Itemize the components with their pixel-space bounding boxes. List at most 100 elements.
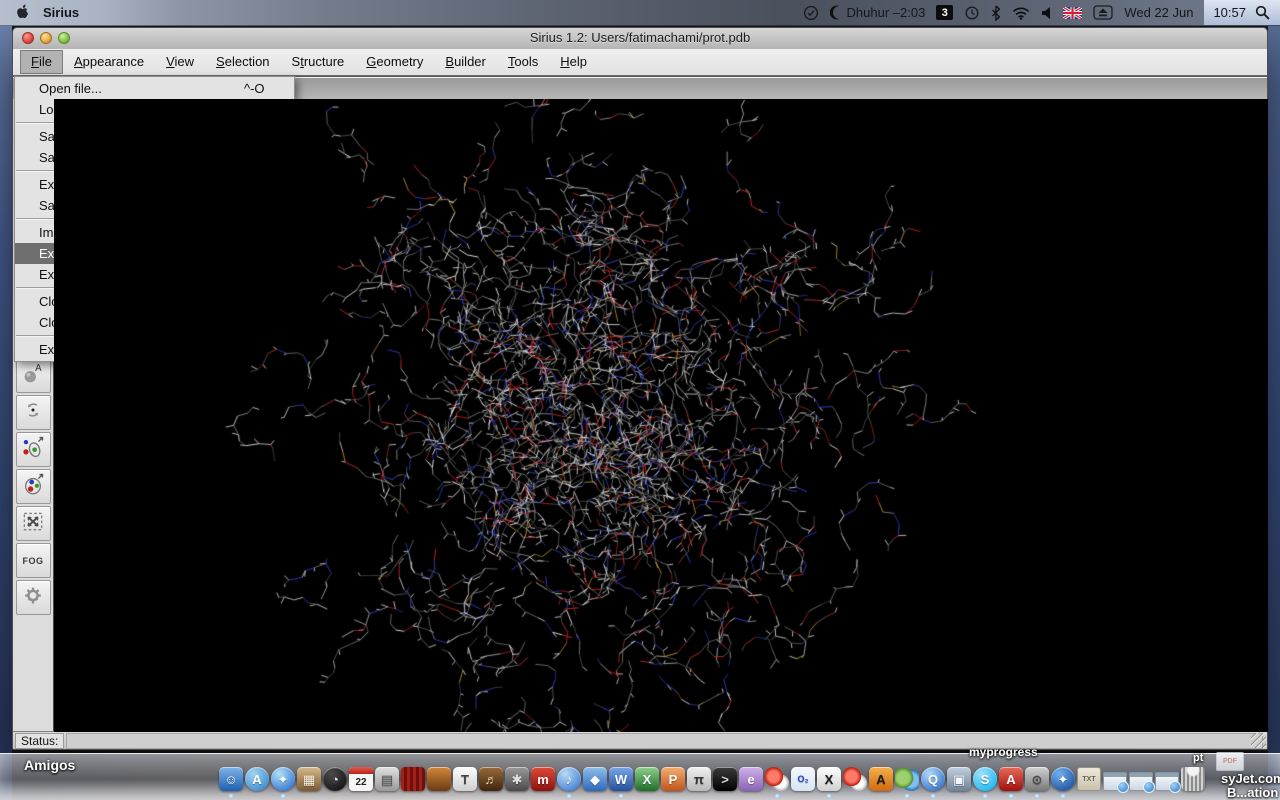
menu-view[interactable]: View (155, 50, 205, 74)
dock-ical[interactable]: 22 (348, 761, 374, 791)
running-indicator (280, 794, 286, 798)
dock-latex[interactable]: π (686, 761, 712, 791)
menu-geometry[interactable]: Geometry (355, 50, 434, 74)
settings-icon (21, 582, 45, 613)
dock-preview[interactable]: ▦ (296, 761, 322, 791)
dock-txt-stack[interactable]: TXT (1076, 761, 1102, 791)
word-icon: W (609, 767, 633, 791)
dock-excel[interactable]: X (634, 761, 660, 791)
eject-menu-icon[interactable] (1093, 5, 1113, 20)
fit-view-button[interactable] (15, 506, 51, 541)
ical-icon: 22 (349, 767, 373, 791)
dock-trash[interactable] (1180, 761, 1206, 791)
zoom-selection-in-button[interactable] (15, 469, 51, 504)
window-titlebar[interactable]: Sirius 1.2: Users/fatimachami/prot.pdb (13, 28, 1267, 50)
messenger-icon: ◆ (583, 767, 607, 791)
atom-label-button[interactable]: A (15, 358, 51, 393)
textedit-icon: T (453, 767, 477, 791)
dock-ichat[interactable] (894, 761, 920, 798)
dock-itunes[interactable]: ♪ (556, 761, 582, 798)
time-machine-icon[interactable] (964, 5, 980, 21)
menubar-date[interactable]: Wed 22 Jun (1124, 5, 1193, 20)
dock-aperture[interactable] (426, 761, 452, 791)
adobe-reader-icon: A (999, 767, 1023, 791)
dock-window-2[interactable] (1128, 761, 1155, 793)
dock-entourage[interactable]: e (738, 761, 764, 791)
settings-button[interactable] (15, 580, 51, 615)
input-day-badge[interactable]: 3 (936, 5, 954, 20)
window-2-icon (1129, 772, 1155, 793)
menu-help[interactable]: Help (549, 50, 598, 74)
file-menu-item[interactable]: Open file... ^-O (15, 78, 294, 99)
window-title: Sirius 1.2: Users/fatimachami/prot.pdb (529, 30, 751, 45)
desktop-label: syJet.com (1221, 771, 1280, 786)
dock-screen-sharing[interactable]: ▣ (946, 761, 972, 791)
zoom-selection-out-button[interactable] (15, 432, 51, 467)
menu-selection[interactable]: Selection (205, 50, 280, 74)
dock-dashboard[interactable]: ◔ (322, 761, 348, 791)
itunes-icon: ♪ (557, 767, 581, 791)
idvd-glyph: ✦ (1057, 771, 1069, 787)
terminal-icon: > (713, 767, 737, 791)
terminal-glyph: > (721, 771, 729, 787)
dock-photo-stack[interactable]: ▤ (374, 761, 400, 791)
dock-molecule-builder[interactable] (842, 761, 868, 791)
entourage-glyph: e (747, 771, 755, 787)
menubar-clock[interactable]: 10:57 (1213, 5, 1246, 20)
skype-glyph: S (980, 771, 990, 787)
running-indicator (1034, 794, 1040, 798)
menu-appearance[interactable]: Appearance (63, 50, 155, 74)
running-indicator (982, 794, 988, 798)
dock-terminal[interactable]: > (712, 761, 738, 791)
running-indicator (930, 794, 936, 798)
dock-x11[interactable]: X (816, 761, 842, 798)
dock: ☺ A ✦ ▦ ◔ 22 ▤ T ♬ ✱ m ♪ ◆ W X Pπ > e O₂ X A Q ▣ S A ⊙ ✦ TXT (0, 753, 1280, 800)
dock-idvd[interactable]: ✦ (1050, 761, 1076, 798)
rotate-button[interactable] (15, 395, 51, 430)
prayer-time-menu[interactable]: Dhuhur –2:03 (829, 5, 925, 20)
dock-window-3[interactable] (1154, 761, 1181, 793)
menu-structure[interactable]: Structure (281, 50, 356, 74)
dock-molecule-viewer[interactable] (764, 761, 790, 798)
status-field (66, 732, 1263, 749)
menu-file[interactable]: File (20, 50, 63, 74)
resize-grip[interactable] (1251, 733, 1266, 748)
bluetooth-icon[interactable] (991, 5, 1001, 21)
dock-app-store[interactable]: A (244, 761, 270, 791)
menu-tools[interactable]: Tools (497, 50, 549, 74)
volume-icon[interactable] (1041, 6, 1052, 20)
molecule-builder-icon (843, 767, 867, 791)
dock-automator[interactable]: ⊙ (1024, 761, 1050, 798)
dock-garageband[interactable]: ♬ (478, 761, 504, 791)
desktop: { "menubar": { "app_name": "Sirius", "st… (0, 0, 1280, 800)
wifi-icon[interactable] (1012, 6, 1030, 20)
dock-messenger[interactable]: ◆ (582, 761, 608, 791)
dock-skype[interactable]: S (972, 761, 998, 798)
dock-avogadro[interactable]: A (868, 761, 894, 791)
uk-flag-icon[interactable] (1063, 6, 1083, 19)
safari-glyph: ✦ (277, 771, 289, 787)
sync-check-icon[interactable] (803, 5, 819, 21)
menu-builder[interactable]: Builder (434, 50, 496, 74)
sirius-window: Sirius 1.2: Users/fatimachami/prot.pdb F… (12, 27, 1268, 750)
dock-textedit[interactable]: T (452, 761, 478, 791)
menubar-app-name[interactable]: Sirius (43, 5, 79, 20)
apple-menu-icon[interactable] (14, 3, 29, 23)
running-indicator (904, 794, 910, 798)
dock-adobe-reader[interactable]: A (998, 761, 1024, 798)
dock-system-preferences[interactable]: ✱ (504, 761, 530, 791)
aperture-icon (427, 767, 451, 791)
fog-button[interactable]: FOG (15, 543, 51, 578)
dock-word[interactable]: W (608, 761, 634, 798)
dock-finder[interactable]: ☺ (218, 761, 244, 798)
dock-window-1[interactable] (1102, 761, 1129, 793)
dock-quicktime[interactable]: Q (920, 761, 946, 798)
dock-safari[interactable]: ✦ (270, 761, 296, 798)
dock-o2-app[interactable]: O₂ (790, 761, 816, 791)
adobe-reader-glyph: A (1006, 771, 1016, 787)
molecule-viewport[interactable] (54, 99, 1268, 732)
dock-powerpoint[interactable]: P (660, 761, 686, 791)
dock-photo-booth[interactable] (400, 761, 426, 791)
dock-matlab[interactable]: m (530, 761, 556, 791)
spotlight-icon[interactable] (1255, 5, 1270, 20)
